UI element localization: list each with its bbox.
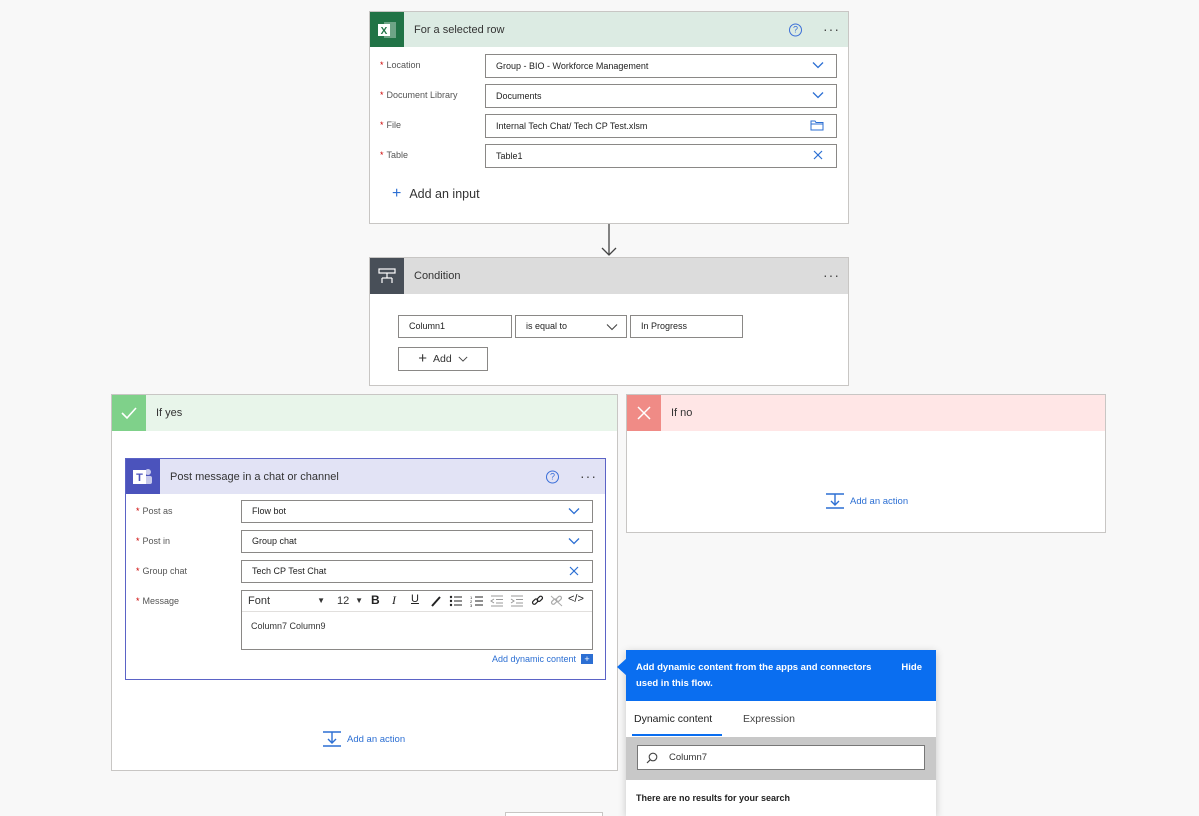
table-input[interactable]: Table1 bbox=[485, 144, 837, 168]
chevron-down-icon bbox=[568, 508, 580, 515]
add-action-icon bbox=[323, 731, 341, 747]
close-icon bbox=[627, 395, 661, 431]
if-no-title: If no bbox=[671, 407, 693, 419]
condition-card-header[interactable]: Condition ··· bbox=[370, 258, 848, 294]
post-as-label: * Post as bbox=[136, 506, 173, 516]
condition-card-title: Condition bbox=[414, 270, 461, 282]
chevron-down-icon bbox=[568, 538, 580, 545]
teams-card-header[interactable]: T Post message in a chat or channel ? ··… bbox=[126, 459, 605, 494]
search-icon bbox=[646, 752, 658, 764]
excel-card-header[interactable]: X For a selected row ? ··· bbox=[370, 12, 848, 47]
bottom-partial-element bbox=[505, 812, 603, 816]
help-icon[interactable]: ? bbox=[789, 23, 802, 36]
tab-expression[interactable]: Expression bbox=[743, 713, 795, 725]
file-label: * File bbox=[380, 120, 402, 130]
dynamic-panel-description: Add dynamic content from the apps and co… bbox=[636, 662, 872, 689]
search-area: Column7 bbox=[626, 737, 936, 780]
condition-add-button[interactable]: + Add bbox=[398, 347, 488, 371]
group-chat-input[interactable]: Tech CP Test Chat bbox=[241, 560, 593, 583]
chevron-down-icon bbox=[458, 356, 468, 362]
if-yes-title: If yes bbox=[156, 407, 183, 419]
condition-card[interactable]: Condition ··· Column1 is equal to In Pro… bbox=[369, 257, 849, 386]
condition-icon bbox=[370, 258, 404, 294]
operator-dropdown[interactable]: is equal to bbox=[515, 315, 627, 338]
connector-arrow bbox=[601, 224, 617, 256]
if-no-add-action-button[interactable]: Add an action bbox=[826, 493, 908, 509]
clear-icon[interactable] bbox=[812, 149, 824, 161]
svg-text:X: X bbox=[381, 26, 388, 37]
search-input[interactable]: Column7 bbox=[637, 745, 925, 770]
post-in-label: * Post in bbox=[136, 536, 171, 546]
file-input[interactable]: Internal Tech Chat/ Tech CP Test.xlsm bbox=[485, 114, 837, 138]
link-icon[interactable] bbox=[531, 595, 544, 607]
message-editor[interactable]: Font ▼ 12 ▼ B I U 123 </> Column7 Column… bbox=[241, 590, 593, 650]
left-operand-input[interactable]: Column1 bbox=[398, 315, 512, 338]
plus-icon: + bbox=[392, 185, 402, 202]
caret-down-icon: ▼ bbox=[317, 596, 325, 605]
unlink-icon[interactable] bbox=[550, 595, 563, 607]
if-yes-branch: If yes T Post message in a chat or chann… bbox=[111, 394, 618, 771]
add-action-icon bbox=[826, 493, 844, 509]
decrease-indent-icon[interactable] bbox=[490, 595, 504, 607]
font-size-select[interactable]: 12 ▼ bbox=[337, 592, 363, 610]
teams-card-title: Post message in a chat or channel bbox=[170, 470, 339, 483]
group-chat-label: * Group chat bbox=[136, 566, 188, 576]
bold-icon[interactable]: B bbox=[371, 593, 380, 607]
more-options-icon[interactable]: ··· bbox=[823, 267, 840, 283]
if-no-branch: If no Add an action bbox=[626, 394, 1106, 533]
svg-text:T: T bbox=[136, 472, 143, 484]
chevron-down-icon bbox=[606, 324, 618, 331]
if-yes-header[interactable]: If yes bbox=[112, 395, 617, 431]
teams-action-card[interactable]: T Post message in a chat or channel ? ··… bbox=[125, 458, 606, 680]
dynamic-panel-header: Add dynamic content from the apps and co… bbox=[626, 650, 936, 701]
more-options-icon[interactable]: ··· bbox=[580, 468, 597, 484]
caret-down-icon: ▼ bbox=[355, 596, 363, 605]
numbered-list-icon[interactable]: 123 bbox=[470, 595, 484, 607]
table-label: * Table bbox=[380, 150, 409, 160]
chevron-down-icon bbox=[812, 62, 824, 69]
post-as-dropdown[interactable]: Flow bot bbox=[241, 500, 593, 523]
active-tab-underline bbox=[632, 734, 722, 736]
folder-icon[interactable] bbox=[810, 119, 824, 131]
if-yes-add-action-button[interactable]: Add an action bbox=[323, 731, 405, 747]
document-library-label: * Document Library bbox=[380, 90, 458, 100]
editor-toolbar: Font ▼ 12 ▼ B I U 123 </> bbox=[242, 591, 592, 612]
increase-indent-icon[interactable] bbox=[510, 595, 524, 607]
bulleted-list-icon[interactable] bbox=[449, 595, 463, 607]
more-options-icon[interactable]: ··· bbox=[823, 21, 840, 37]
plus-icon: + bbox=[418, 350, 428, 367]
svg-text:3: 3 bbox=[470, 603, 473, 607]
hide-button[interactable]: Hide bbox=[901, 662, 922, 673]
location-label: * Location bbox=[380, 60, 421, 70]
font-select[interactable]: Font ▼ bbox=[244, 592, 328, 610]
highlight-icon[interactable] bbox=[430, 595, 442, 607]
message-body[interactable]: Column7 Column9 bbox=[251, 621, 326, 631]
excel-icon: X bbox=[370, 12, 404, 47]
italic-icon[interactable]: I bbox=[392, 593, 396, 608]
underline-icon[interactable]: U bbox=[411, 593, 419, 605]
post-in-dropdown[interactable]: Group chat bbox=[241, 530, 593, 553]
excel-action-card[interactable]: X For a selected row ? ··· * Location Gro… bbox=[369, 11, 849, 224]
right-operand-input[interactable]: In Progress bbox=[630, 315, 743, 338]
tab-dynamic-content[interactable]: Dynamic content bbox=[634, 713, 712, 725]
location-dropdown[interactable]: Group - BIO - Workforce Management bbox=[485, 54, 837, 78]
code-view-icon[interactable]: </> bbox=[568, 593, 584, 605]
add-an-input-button[interactable]: + Add an input bbox=[392, 185, 480, 202]
dynamic-content-panel: Add dynamic content from the apps and co… bbox=[617, 650, 936, 816]
message-label: * Message bbox=[136, 596, 180, 606]
chevron-down-icon bbox=[812, 92, 824, 99]
document-library-dropdown[interactable]: Documents bbox=[485, 84, 837, 108]
if-no-header[interactable]: If no bbox=[627, 395, 1105, 431]
add-dynamic-content-link[interactable]: Add dynamic content + bbox=[492, 654, 593, 664]
no-results-message: There are no results for your search bbox=[636, 793, 791, 803]
checkmark-icon bbox=[112, 395, 146, 431]
add-dynamic-icon: + bbox=[581, 654, 593, 664]
excel-card-title: For a selected row bbox=[414, 23, 505, 36]
help-icon[interactable]: ? bbox=[546, 470, 559, 483]
teams-icon: T bbox=[126, 459, 160, 494]
clear-icon[interactable] bbox=[568, 565, 580, 577]
